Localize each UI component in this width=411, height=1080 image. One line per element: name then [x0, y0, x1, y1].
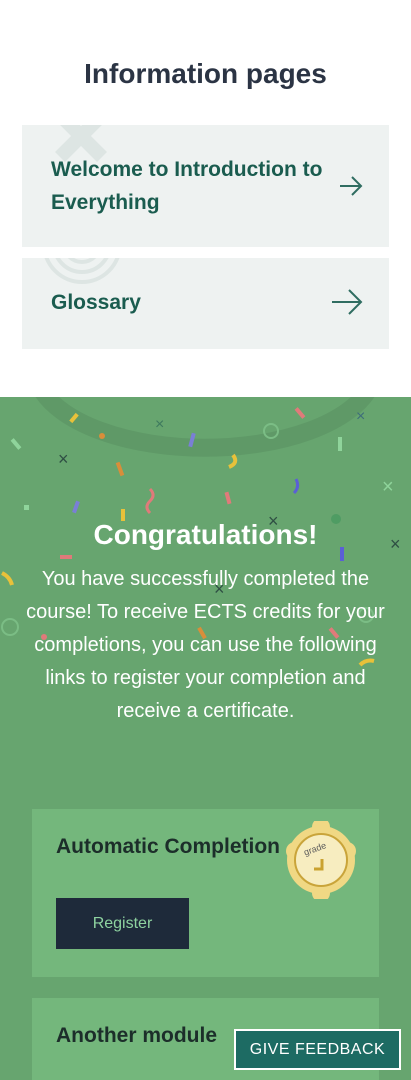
arrow-right-icon: [340, 176, 363, 196]
congratulations-message: You have successfully completed the cour…: [26, 568, 385, 722]
info-page-label: Welcome to Introduction to Everything: [51, 158, 323, 214]
svg-text:×: ×: [155, 416, 164, 433]
module-title: Another module: [56, 1024, 217, 1047]
arrow-right-icon: [332, 289, 363, 315]
svg-text:×: ×: [382, 476, 394, 498]
give-feedback-button[interactable]: GIVE FEEDBACK: [234, 1029, 401, 1070]
module-card-automatic-completion: Automatic Completion Register grade: [32, 809, 379, 977]
module-title: Automatic Completion: [56, 835, 280, 858]
svg-text:×: ×: [58, 449, 69, 469]
svg-text:×: ×: [356, 408, 365, 425]
confetti-decoration: × × × × × × ×: [1, 397, 401, 667]
info-page-label: Glossary: [51, 291, 141, 314]
info-page-link-glossary[interactable]: Glossary: [22, 258, 389, 349]
information-pages-title: Information pages: [84, 58, 327, 89]
register-button[interactable]: Register: [56, 898, 189, 949]
info-page-link-welcome[interactable]: Welcome to Introduction to Everything: [22, 125, 389, 247]
congratulations-banner: × × × × × × × Congratulations! You have …: [0, 397, 411, 1080]
grade-badge-icon: grade: [286, 821, 356, 899]
congratulations-title: Congratulations!: [93, 519, 318, 550]
